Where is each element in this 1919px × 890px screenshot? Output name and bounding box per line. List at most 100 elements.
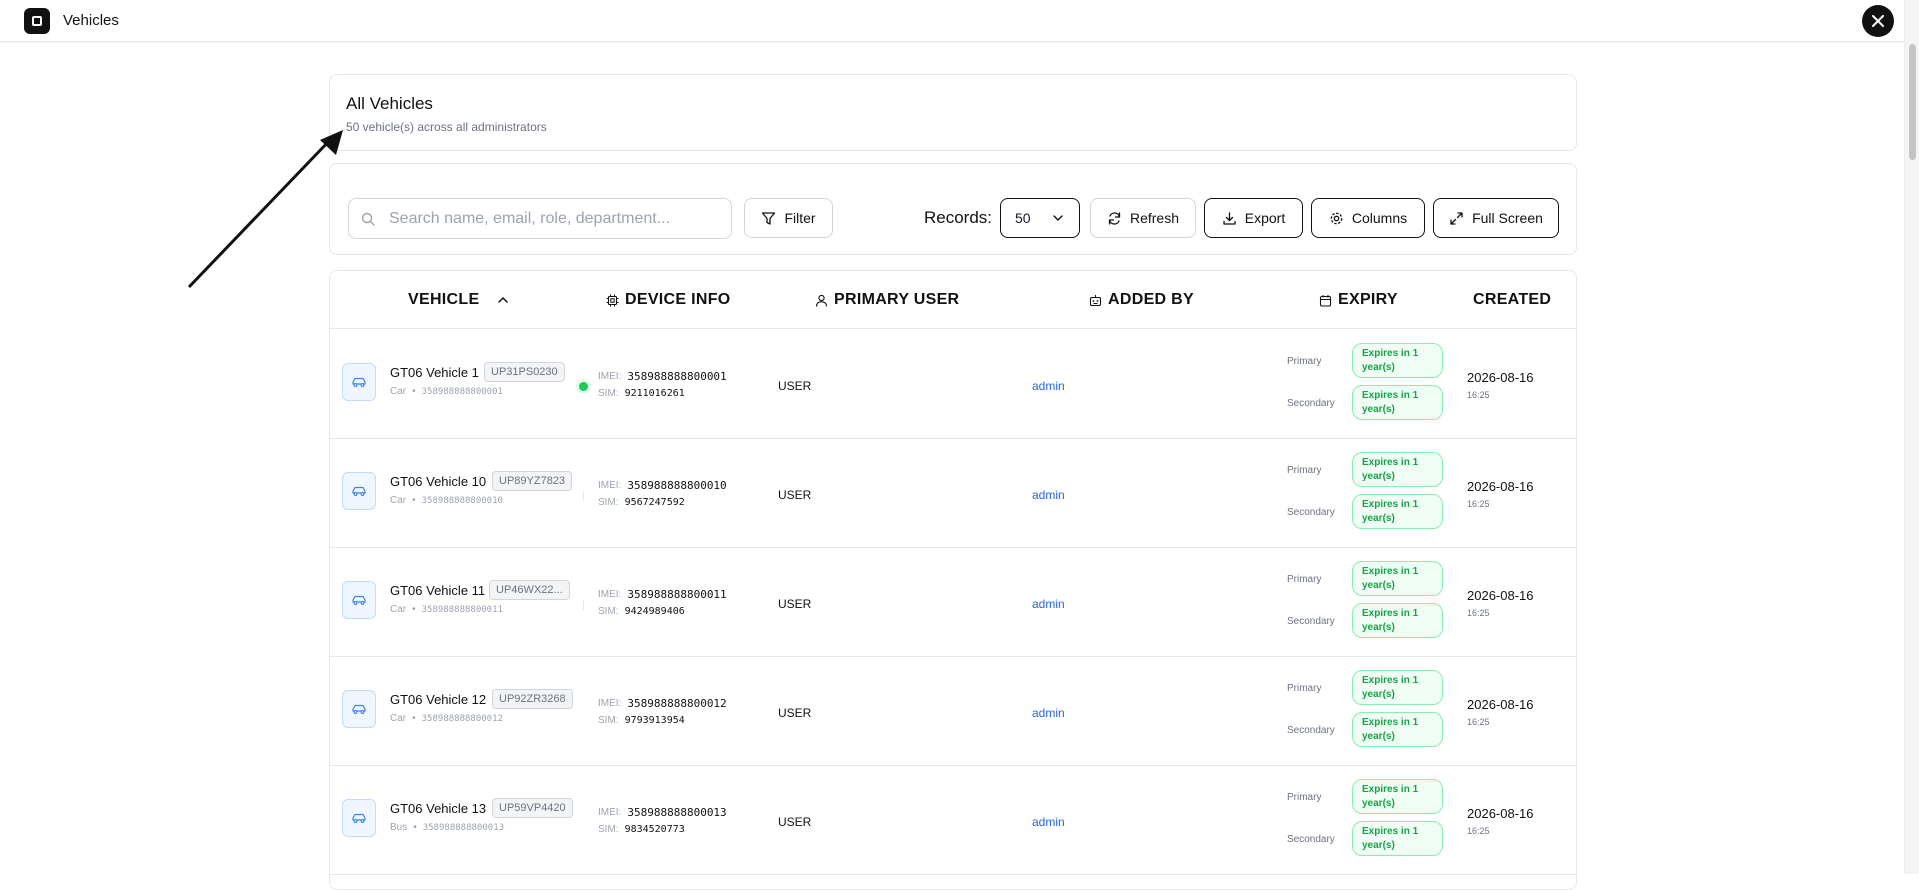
table-row[interactable]: GT06 Vehicle 1 UP31PS0230 Car • 35898888… [330,330,1576,439]
column-header-created[interactable]: CREATED [1473,291,1551,309]
search-box[interactable] [348,198,732,239]
added-by-link[interactable]: admin [1032,379,1065,393]
vehicle-name[interactable]: GT06 Vehicle 12 [390,692,486,707]
vehicle-avatar [342,472,376,510]
annotation-arrow-icon [187,130,343,289]
imei-label: IMEI: [598,807,622,818]
table-row[interactable]: GT06 Vehicle 12 UP92ZR3268 Car • 3589888… [330,657,1576,766]
refresh-button[interactable]: Refresh [1090,198,1196,238]
vehicle-avatar [342,799,376,837]
meta-separator: • [412,495,416,506]
vehicle-name[interactable]: GT06 Vehicle 13 [390,801,486,816]
vehicle-name[interactable]: GT06 Vehicle 1 [390,365,479,380]
records-select[interactable]: 50 [1000,198,1080,238]
records-label: Records: [924,208,993,227]
expand-icon [1450,211,1463,225]
primary-user: USER [778,597,812,611]
sim-line: SIM: 9834520773 [598,824,685,835]
gear-icon [1330,212,1343,224]
created-date: 2026-08-16 [1467,588,1534,603]
column-header-device-info[interactable]: DEVICE INFO [606,291,731,309]
vehicle-type: Bus [390,822,408,833]
sim-line: SIM: 9793913954 [598,715,685,726]
export-button[interactable]: Export [1204,198,1303,238]
primary-user: USER [778,488,812,502]
column-header-added-by[interactable]: ADDED BY [1089,291,1194,309]
created-time: 16:25 [1467,499,1490,509]
search-icon [361,212,375,226]
export-label: Export [1244,210,1286,226]
plate-badge: UP89YZ7823 [492,471,573,491]
vehicle-meta: Car • 358988888800012 [390,713,503,724]
vehicle-device-id: 358988888800013 [422,822,505,833]
sim-label: SIM: [598,715,619,726]
added-by-link[interactable]: admin [1032,706,1065,720]
imei-label: IMEI: [598,371,622,382]
imei-line: IMEI: 358988888800012 [598,697,727,710]
created-date: 2026-08-16 [1467,479,1534,494]
column-label-vehicle: VEHICLE [408,291,480,308]
secondary-expiry-badge: Expires in 1 year(s) [1352,385,1443,420]
primary-expiry-label: Primary [1287,356,1322,367]
table-row[interactable]: GT06 Vehicle 11 UP46WX22... Car • 358988… [330,548,1576,657]
vehicle-avatar [342,363,376,401]
column-label-device-info: DEVICE INFO [625,291,731,308]
vehicle-meta: Car • 358988888800010 [390,495,503,506]
vehicle-avatar [342,690,376,728]
secondary-expiry-badge: Expires in 1 year(s) [1352,494,1443,529]
imei-label: IMEI: [598,589,622,600]
sim-value: 9834520773 [624,824,685,835]
column-label-expiry: EXPIRY [1338,291,1398,308]
column-header-expiry[interactable]: EXPIRY [1319,291,1398,309]
primary-user: USER [778,706,812,720]
filter-button[interactable]: Filter [744,198,833,238]
column-header-primary-user[interactable]: PRIMARY USER [815,291,959,309]
secondary-expiry-label: Secondary [1287,834,1335,845]
column-header-vehicle[interactable]: VEHICLE [408,291,511,309]
meta-separator: • [412,386,416,397]
vehicle-meta: Car • 358988888800001 [390,386,503,397]
page-scrollbar[interactable] [1904,0,1919,874]
column-label-created: CREATED [1473,291,1552,308]
app-title: Vehicles [63,12,119,29]
column-divider [583,491,584,501]
columns-button[interactable]: Columns [1311,198,1425,238]
imei-line: IMEI: 358988888800001 [598,370,727,383]
primary-expiry-badge: Expires in 1 year(s) [1352,452,1443,487]
table-row[interactable]: GT06 Vehicle 13 UP59VP4420 Bus • 3589888… [330,766,1576,875]
added-by-link[interactable]: admin [1032,488,1065,502]
table-row[interactable]: GT06 Vehicle 10 UP89YZ7823 Car • 3589888… [330,439,1576,548]
sim-value: 9211016261 [624,388,685,399]
vehicle-name[interactable]: GT06 Vehicle 11 [390,583,485,598]
added-by-link[interactable]: admin [1032,597,1065,611]
imei-value: 358988888800010 [627,479,727,492]
bot-icon [1089,294,1102,306]
vehicles-table: VEHICLE DEVICE INFO PRIMARY USER ADDED B… [329,270,1577,890]
search-input[interactable] [389,209,709,228]
imei-value: 358988888800011 [627,588,727,601]
car-icon [352,595,366,605]
plate-badge: UP31PS0230 [484,362,565,382]
car-icon [352,813,366,823]
sim-value: 9793913954 [624,715,685,726]
added-by-link[interactable]: admin [1032,815,1065,829]
primary-expiry-label: Primary [1287,574,1322,585]
page-subtitle: 50 vehicle(s) across all administrators [346,120,547,134]
refresh-icon [1108,211,1121,225]
imei-label: IMEI: [598,698,622,709]
column-label-primary-user: PRIMARY USER [834,291,960,308]
close-icon [1872,15,1884,27]
imei-value: 358988888800001 [627,370,727,383]
scrollbar-thumb[interactable] [1909,44,1916,160]
vehicle-name[interactable]: GT06 Vehicle 10 [390,474,486,489]
refresh-label: Refresh [1129,210,1180,226]
chip-icon [606,294,619,306]
created-date: 2026-08-16 [1467,806,1534,821]
primary-expiry-label: Primary [1287,465,1322,476]
close-button[interactable] [1862,5,1894,37]
fullscreen-button[interactable]: Full Screen [1433,198,1559,238]
primary-expiry-label: Primary [1287,792,1322,803]
primary-user: USER [778,379,812,393]
imei-line: IMEI: 358988888800010 [598,479,727,492]
vehicle-avatar [342,581,376,619]
